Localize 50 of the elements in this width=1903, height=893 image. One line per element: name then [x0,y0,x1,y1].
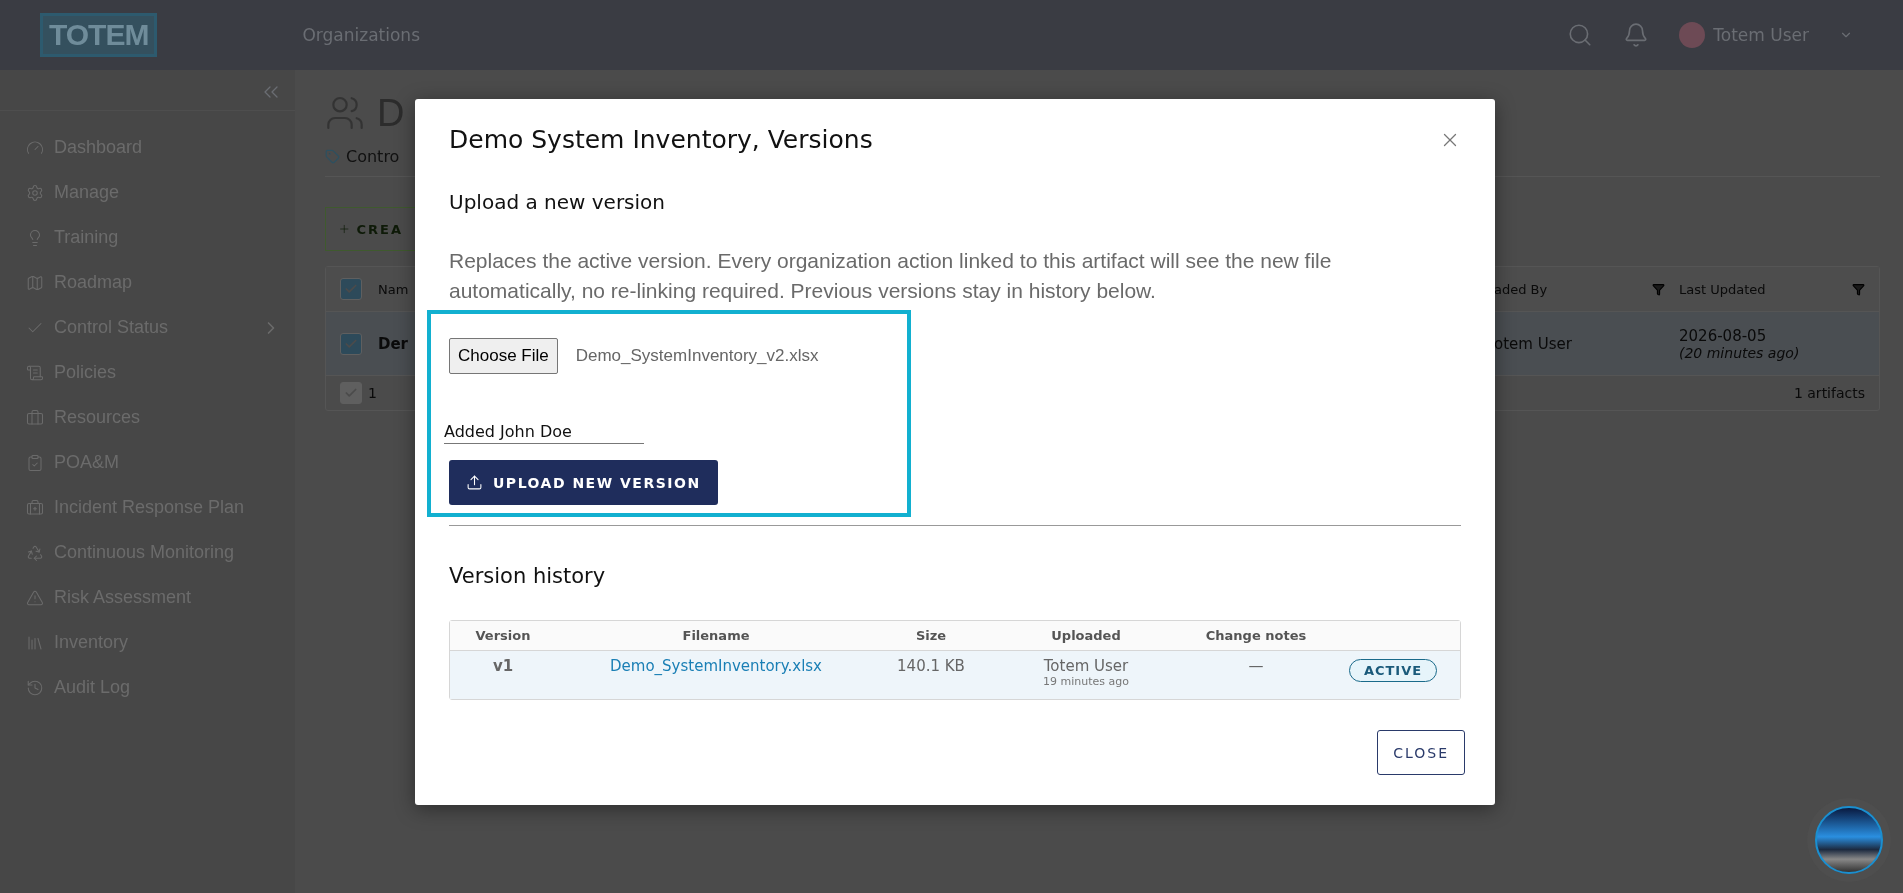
description-text: Replaces the active version. Every organization action linked to this artifact will see the new file automatically, no re-linking required. Previous versions stay in history below. [449,248,1333,304]
medical-kit-icon [26,498,44,517]
table-cell: otem User [1494,334,1572,353]
column-header: Filename [681,628,751,643]
column-header: Version [474,628,532,643]
section-heading: Version history [449,564,607,588]
checkbox[interactable] [340,332,362,355]
artifact-count: 1 artifacts [1793,385,1865,401]
warning-icon [26,588,44,607]
upload-icon [466,474,483,491]
table-cell: (20 minutes ago) [1679,345,1800,361]
filter-icon[interactable] [1652,282,1665,296]
column-header: Size [914,628,948,643]
column-header: Uploaded [1050,628,1122,643]
clipboard-check-icon [26,453,44,472]
file-link[interactable]: Demo_SystemInventory.xlsx [556,657,876,675]
column-header[interactable]: Nam [378,281,409,297]
file-name: Demo_SystemInventory_v2.xlsx [575,346,819,366]
close-button[interactable]: CLOSE [1377,730,1465,775]
table-cell-text: 140.1 KB [896,657,966,675]
photo-placeholder[interactable] [1815,806,1883,874]
check-icon [344,282,358,296]
logo[interactable]: TOTEM [40,13,158,57]
briefcase-icon [26,408,44,427]
recycle-icon [26,543,44,562]
upload-button[interactable]: UPLOAD NEW VERSION [449,460,718,505]
table-cell: Totem User [1043,657,1129,675]
selected-count: 1 [368,385,377,401]
status-badge: ACTIVE [1348,659,1438,682]
map-icon [26,273,44,292]
column-header: Change notes [1204,628,1308,643]
checkbox[interactable] [340,278,362,300]
gear-icon [26,183,44,202]
table-cell-text: v1 [491,657,515,675]
section-heading: Upload a new version [449,190,666,214]
table-cell: Der [378,334,409,353]
table-cell-text: — [1247,657,1265,675]
column-header[interactable]: aded By [1494,281,1548,297]
dialog-title: Demo System Inventory, Versions [449,125,873,154]
tag-icon [325,148,340,164]
tab-label[interactable]: Contro [346,146,400,166]
filter-icon[interactable] [1852,282,1865,296]
table-cell: 2026-08-05 [1679,327,1767,345]
choose-file-button[interactable]: Choose File [449,338,558,374]
column-header[interactable]: Last Updated [1679,281,1766,297]
history-icon [26,678,44,697]
gauge-icon [26,138,44,157]
table-cell: 19 minutes ago [1043,675,1129,688]
user-avatar[interactable] [1679,22,1706,48]
scroll-icon [26,363,44,382]
